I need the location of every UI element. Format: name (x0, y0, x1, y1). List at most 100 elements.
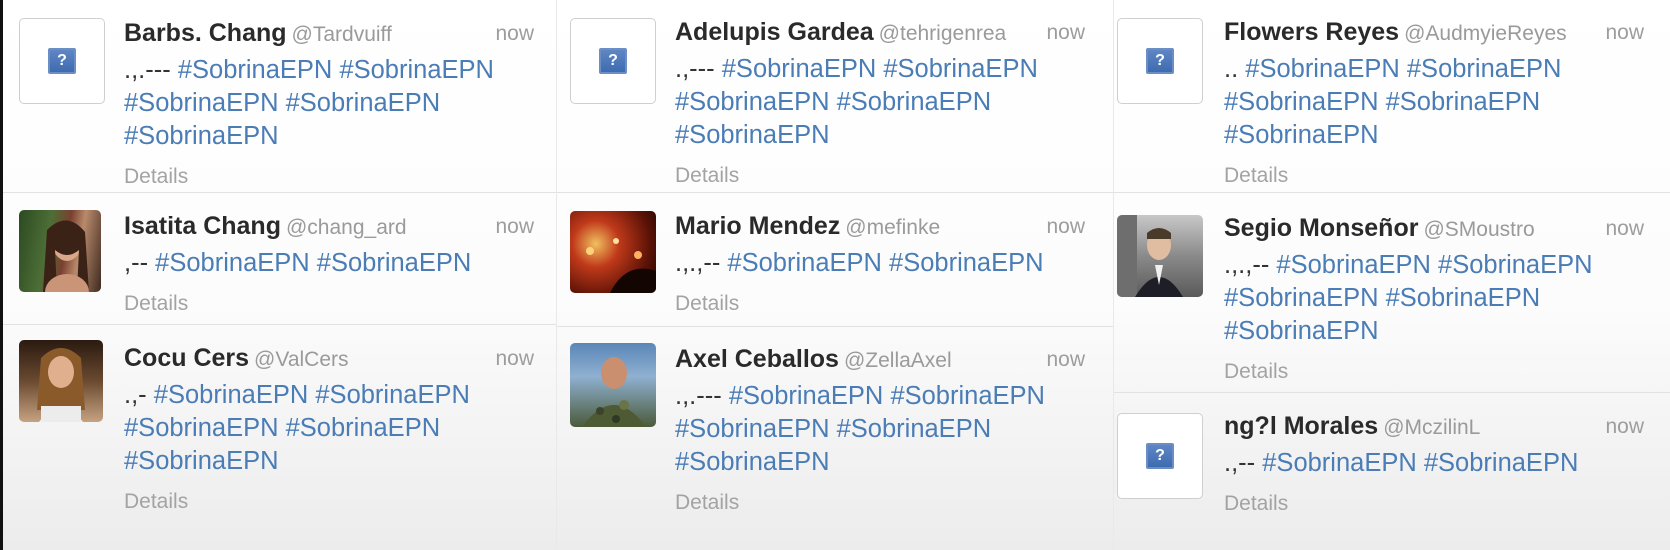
hashtag-link[interactable]: #SobrinaEPN (883, 55, 1038, 83)
tweet-card[interactable]: Axel Ceballos @ZellaAxel now .,.--- #Sobr… (557, 327, 1113, 550)
details-link[interactable]: Details (124, 292, 534, 316)
user-name[interactable]: ng?l Morales (1224, 412, 1378, 440)
tweet-card[interactable]: Mario Mendez @mefinke now .,.,-- #Sobrina… (557, 193, 1113, 327)
tweet-text: ,-- #SobrinaEPN #SobrinaEPN (124, 247, 534, 280)
hashtag-link[interactable]: #SobrinaEPN (1276, 251, 1431, 279)
details-link[interactable]: Details (675, 164, 1085, 188)
tweet-column-1: ? Barbs. Chang @Tardvuiff now .,.--- #Sob… (0, 0, 556, 550)
hashtag-link[interactable]: #SobrinaEPN (837, 415, 992, 443)
details-link[interactable]: Details (1224, 492, 1644, 516)
woman-photo-icon (37, 348, 85, 422)
timestamp[interactable]: now (495, 207, 534, 247)
hashtag-link[interactable]: #SobrinaEPN (675, 121, 830, 149)
tweet-card[interactable]: ? Adelupis Gardea @tehrigenrea now .,--- … (557, 0, 1113, 193)
avatar[interactable] (1117, 215, 1203, 297)
user-handle[interactable]: @Tardvuiff (292, 23, 392, 46)
hashtag-link[interactable]: #SobrinaEPN (124, 414, 279, 442)
user-name[interactable]: Cocu Cers (124, 344, 249, 372)
details-link[interactable]: Details (124, 490, 534, 514)
user-handle[interactable]: @mefinke (845, 216, 940, 239)
hashtag-link[interactable]: #SobrinaEPN (155, 249, 310, 277)
hashtag-link[interactable]: #SobrinaEPN (675, 415, 830, 443)
hashtag-link[interactable]: #SobrinaEPN (339, 56, 494, 84)
hashtag-link[interactable]: #SobrinaEPN (837, 88, 992, 116)
tweet-card[interactable]: Isatita Chang @chang_ard now ,-- #Sobrina… (3, 193, 556, 325)
timestamp[interactable]: now (1605, 13, 1644, 53)
avatar-placeholder[interactable]: ? (1117, 18, 1203, 104)
user-name[interactable]: Barbs. Chang (124, 19, 287, 47)
hashtag-link[interactable]: #SobrinaEPN (1424, 449, 1579, 477)
user-handle[interactable]: @MczilinL (1383, 416, 1480, 439)
timestamp[interactable]: now (1605, 209, 1644, 249)
hashtag-link[interactable]: #SobrinaEPN (727, 249, 882, 277)
tweet-text: .,--- #SobrinaEPN #SobrinaEPN #SobrinaEPN… (675, 53, 1085, 152)
hashtag-link[interactable]: #SobrinaEPN (1224, 121, 1379, 149)
tweet-card[interactable]: ? ng?l Morales @MczilinL now .,-- #Sobrin… (1114, 393, 1670, 550)
timestamp[interactable]: now (1046, 207, 1085, 247)
user-name[interactable]: Segio Monseñor (1224, 214, 1418, 242)
user-name[interactable]: Flowers Reyes (1224, 18, 1399, 46)
avatar-placeholder[interactable]: ? (19, 18, 105, 104)
tweet-prefix: .,-- (1224, 449, 1256, 477)
user-name[interactable]: Isatita Chang (124, 212, 281, 240)
avatar-placeholder[interactable]: ? (570, 18, 656, 104)
timestamp[interactable]: now (495, 339, 534, 379)
hashtag-link[interactable]: #SobrinaEPN (1262, 449, 1417, 477)
tweet-column-3: ? Flowers Reyes @AudmyieReyes now .. #Sob… (1114, 0, 1670, 550)
hashtag-link[interactable]: #SobrinaEPN (675, 448, 830, 476)
user-handle[interactable]: @ZellaAxel (844, 349, 952, 372)
hashtag-link[interactable]: #SobrinaEPN (1224, 317, 1379, 345)
tweet-text: .,.--- #SobrinaEPN #SobrinaEPN #SobrinaEP… (675, 380, 1085, 479)
hashtag-link[interactable]: #SobrinaEPN (286, 89, 441, 117)
hashtag-link[interactable]: #SobrinaEPN (1245, 55, 1400, 83)
details-link[interactable]: Details (124, 165, 534, 189)
hashtag-link[interactable]: #SobrinaEPN (722, 55, 877, 83)
hashtag-link[interactable]: #SobrinaEPN (124, 122, 279, 150)
hashtag-link[interactable]: #SobrinaEPN (317, 249, 472, 277)
hashtag-link[interactable]: #SobrinaEPN (890, 382, 1045, 410)
timestamp[interactable]: now (495, 14, 534, 54)
timestamp[interactable]: now (1046, 13, 1085, 53)
hashtag-link[interactable]: #SobrinaEPN (1438, 251, 1593, 279)
hashtag-link[interactable]: #SobrinaEPN (675, 88, 830, 116)
user-name[interactable]: Mario Mendez (675, 212, 840, 240)
hashtag-link[interactable]: #SobrinaEPN (1224, 284, 1379, 312)
user-handle[interactable]: @AudmyieReyes (1404, 22, 1567, 45)
timestamp[interactable]: now (1046, 340, 1085, 380)
user-handle[interactable]: @chang_ard (286, 216, 407, 239)
avatar[interactable] (19, 340, 103, 422)
timestamp[interactable]: now (1605, 407, 1644, 447)
hashtag-link[interactable]: #SobrinaEPN (889, 249, 1044, 277)
avatar[interactable] (570, 343, 656, 427)
hashtag-link[interactable]: #SobrinaEPN (286, 414, 441, 442)
details-link[interactable]: Details (675, 292, 1085, 316)
tweet-card[interactable]: ? Barbs. Chang @Tardvuiff now .,.--- #Sob… (3, 0, 556, 193)
hashtag-link[interactable]: #SobrinaEPN (1386, 88, 1541, 116)
tweet-prefix: .,.--- (124, 56, 171, 84)
tweet-text: .. #SobrinaEPN #SobrinaEPN #SobrinaEPN #S… (1224, 53, 1644, 152)
details-link[interactable]: Details (675, 491, 1085, 515)
avatar[interactable] (570, 211, 656, 293)
user-handle[interactable]: @tehrigenrea (879, 22, 1007, 45)
user-name[interactable]: Axel Ceballos (675, 345, 839, 373)
avatar[interactable] (19, 210, 101, 292)
tweet-card[interactable]: ? Flowers Reyes @AudmyieReyes now .. #Sob… (1114, 0, 1670, 193)
details-link[interactable]: Details (1224, 360, 1644, 384)
tweet-card[interactable]: Segio Monseñor @SMoustro now .,.,-- #Sobr… (1114, 193, 1670, 393)
missing-image-icon: ? (599, 48, 627, 74)
user-handle[interactable]: @ValCers (254, 348, 348, 371)
user-name[interactable]: Adelupis Gardea (675, 18, 874, 46)
avatar-placeholder[interactable]: ? (1117, 413, 1203, 499)
user-handle[interactable]: @SMoustro (1423, 218, 1534, 241)
hashtag-link[interactable]: #SobrinaEPN (1407, 55, 1562, 83)
tweet-card[interactable]: Cocu Cers @ValCers now .,- #SobrinaEPN #S… (3, 325, 556, 550)
details-link[interactable]: Details (1224, 164, 1644, 188)
hashtag-link[interactable]: #SobrinaEPN (124, 447, 279, 475)
hashtag-link[interactable]: #SobrinaEPN (1386, 284, 1541, 312)
hashtag-link[interactable]: #SobrinaEPN (315, 381, 470, 409)
hashtag-link[interactable]: #SobrinaEPN (729, 382, 884, 410)
hashtag-link[interactable]: #SobrinaEPN (1224, 88, 1379, 116)
hashtag-link[interactable]: #SobrinaEPN (154, 381, 309, 409)
hashtag-link[interactable]: #SobrinaEPN (124, 89, 279, 117)
hashtag-link[interactable]: #SobrinaEPN (178, 56, 333, 84)
